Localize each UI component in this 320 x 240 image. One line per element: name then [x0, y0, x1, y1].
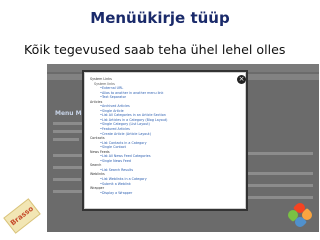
admin-line: [53, 154, 83, 157]
joomla-logo-icon: [285, 200, 315, 230]
admin-line: [53, 190, 83, 193]
close-icon[interactable]: ×: [237, 75, 246, 84]
admin-line: [247, 172, 313, 175]
admin-line: [247, 184, 313, 187]
menu-type-tree: System LinksSystem linksExternal URLAlia…: [90, 77, 240, 195]
admin-side-label: Menu Mo: [55, 110, 86, 117]
admin-line: [53, 178, 81, 181]
stamp-badge: Brasso: [3, 198, 41, 234]
admin-line: [53, 138, 79, 141]
admin-line: [53, 166, 83, 169]
menu-item-type-modal: System LinksSystem linksExternal URLAlia…: [84, 72, 246, 209]
menu-type-link[interactable]: Display a Wrapper: [90, 191, 240, 196]
admin-line: [53, 122, 83, 125]
admin-line: [53, 130, 83, 133]
admin-line: [247, 196, 313, 199]
slide-subtitle: Kõik tegevused saab teha ühel lehel olle…: [24, 42, 286, 57]
admin-top-bar: [47, 64, 319, 72]
slide-title: Menüükirje tüüp: [90, 9, 230, 27]
admin-line: [247, 152, 313, 155]
